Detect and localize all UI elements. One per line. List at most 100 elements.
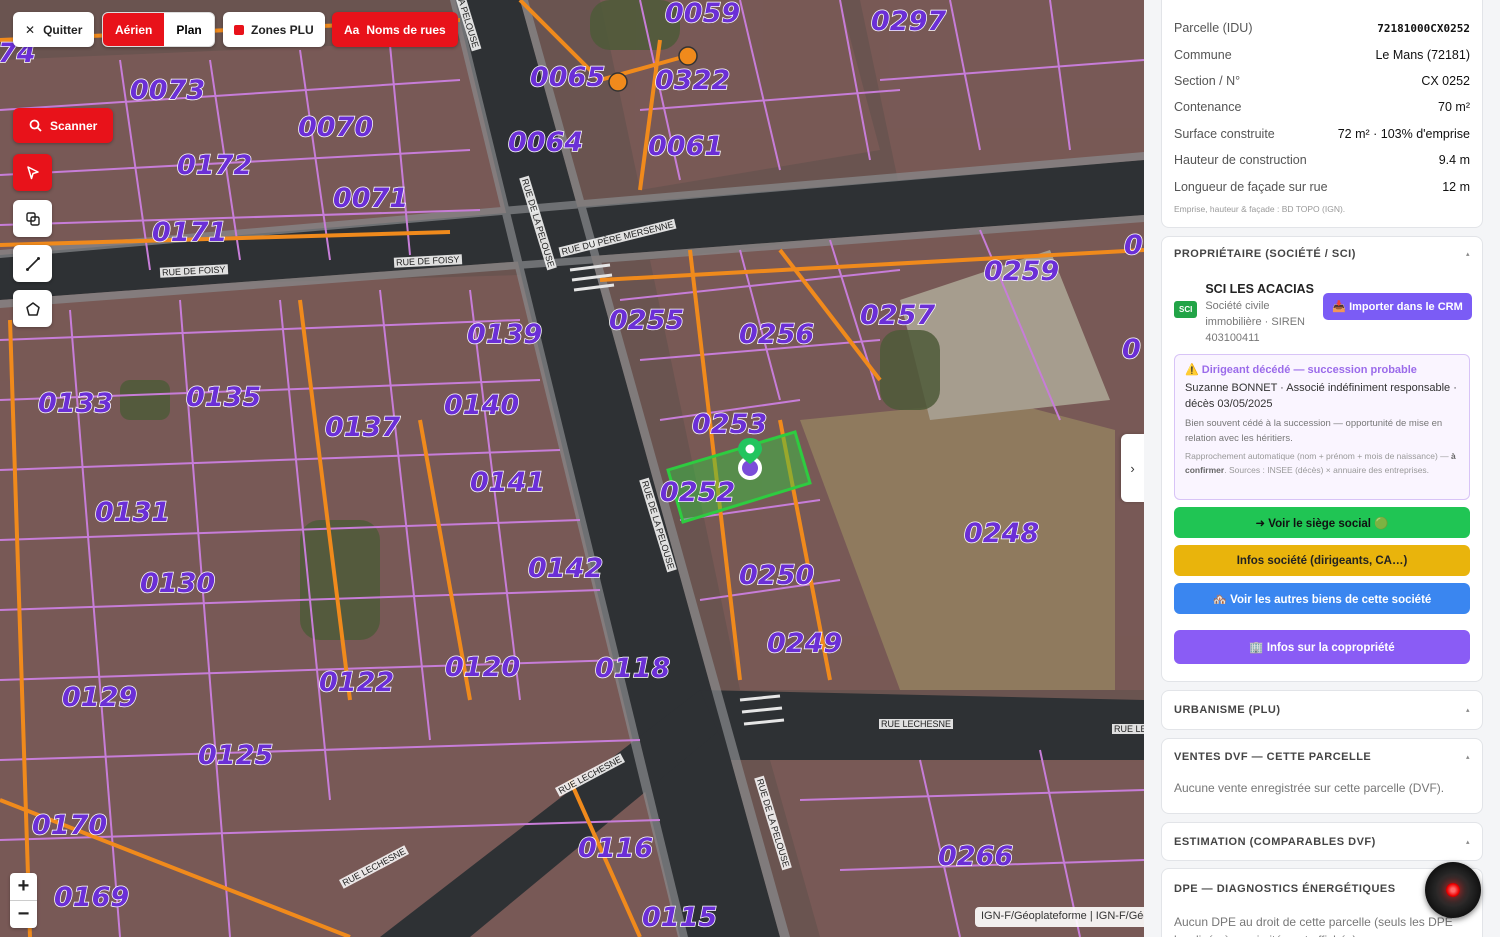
map-attribution: IGN-F/Géoplateforme | IGN-F/Géoplateform… [975, 907, 1144, 927]
polygon-tool-button[interactable] [13, 290, 52, 327]
info-value: 72181000CX0252 [1377, 21, 1470, 35]
info-value: 72 m² · 103% d'emprise [1337, 126, 1470, 141]
view-headquarters-button[interactable]: ➜ Voir le siège social 🟢 [1174, 507, 1470, 538]
plu-zones-label: Zones PLU [251, 22, 314, 37]
parcel-label[interactable]: 0129 [61, 681, 138, 714]
parcel-label[interactable]: 0064 [507, 126, 584, 159]
info-key: Hauteur de construction [1174, 153, 1307, 168]
parcel-label[interactable]: 0169 [53, 881, 130, 914]
parcel-label[interactable]: 0139 [466, 318, 543, 351]
parcel-label[interactable]: 0250 [738, 559, 815, 592]
record-assistant-button[interactable] [1425, 862, 1481, 918]
record-dot-icon [1446, 883, 1460, 897]
dvf-section-title: VENTES DVF — CETTE PARCELLE [1174, 751, 1372, 763]
info-key: Commune [1174, 47, 1232, 62]
quit-button[interactable]: ✕ Quitter [13, 12, 95, 47]
import-crm-button[interactable]: 📥 Importer dans le CRM [1323, 293, 1472, 320]
company-info-button[interactable]: Infos société (dirigeants, CA…) [1174, 545, 1470, 576]
layers-tool-button[interactable] [13, 200, 52, 237]
pentagon-icon [25, 301, 40, 316]
parcel-label[interactable]: 0137 [324, 411, 401, 444]
selected-parcel-marker-icon[interactable] [734, 438, 766, 484]
parcel-label[interactable]: 0248 [963, 517, 1040, 550]
collapse-panel-button[interactable]: › [1121, 434, 1144, 502]
parcel-label[interactable]: 0170 [31, 809, 108, 842]
alert-sources: Rapprochement automatique (nom + prénom … [1185, 450, 1459, 477]
zoom-out-button[interactable]: − [10, 900, 37, 927]
measure-line-tool-button[interactable] [13, 245, 52, 282]
parcel-label[interactable]: 0249 [766, 627, 843, 660]
parcel-label[interactable]: 0 [1121, 333, 1141, 366]
parcel-label[interactable]: 0116 [577, 832, 654, 865]
parcel-info-card: Parcelle (IDU) 72181000CX0252 Commune Le M… [1161, 0, 1483, 228]
parcel-label[interactable]: 0071 [332, 182, 409, 215]
map-view[interactable]: 74 0073 0070 0172 0071 0171 0065 0059 03… [0, 0, 1144, 937]
parcel-label[interactable]: 0118 [594, 652, 671, 685]
plu-section[interactable]: URBANISME (PLU) ▴ [1161, 690, 1483, 730]
info-value: 9.4 m [1438, 153, 1470, 168]
parcel-label[interactable]: 0133 [37, 387, 114, 420]
owner-section-header[interactable]: PROPRIÉTAIRE (SOCIÉTÉ / SCI) ▴ [1174, 248, 1470, 260]
parcel-label[interactable]: 0120 [444, 651, 521, 684]
info-row: Section / N° CX 0252 [1174, 68, 1470, 94]
aerial-option[interactable]: Aérien [103, 13, 165, 46]
chevron-right-icon: › [1130, 460, 1135, 476]
parcel-label[interactable]: 0252 [659, 476, 736, 509]
parcel-label[interactable]: 0255 [608, 304, 685, 337]
select-tool-button[interactable] [13, 154, 52, 191]
deceased-manager-alert: ⚠️ Dirigeant décédé — succession probabl… [1174, 354, 1470, 500]
street-names-toggle[interactable]: Aa Noms de rues [332, 12, 458, 47]
parcel-label[interactable]: 0115 [641, 901, 718, 934]
parcel-label[interactable]: 0130 [139, 567, 216, 600]
parcel-label[interactable]: 0140 [443, 389, 520, 422]
zoom-in-button[interactable]: + [10, 873, 37, 900]
parcel-label[interactable]: 0125 [197, 739, 274, 772]
owner-card: PROPRIÉTAIRE (SOCIÉTÉ / SCI) ▴ SCI SCI L… [1161, 236, 1483, 682]
parcel-label[interactable]: 0 [1123, 229, 1143, 262]
parcel-label[interactable]: 0059 [664, 0, 741, 30]
parcel-label[interactable]: 0257 [859, 299, 936, 332]
owner-section-title: PROPRIÉTAIRE (SOCIÉTÉ / SCI) [1174, 248, 1356, 260]
parcel-label[interactable]: 0259 [983, 255, 1060, 288]
estimation-section[interactable]: ESTIMATION (COMPARABLES DVF) ▴ [1161, 822, 1483, 861]
street-label: RUE LE [1112, 724, 1144, 734]
quit-label: Quitter [43, 22, 83, 37]
parcel-label[interactable]: 0172 [176, 149, 253, 182]
parcel-label[interactable]: 0142 [527, 552, 604, 585]
parcel-label[interactable]: 0131 [94, 496, 171, 529]
parcel-label[interactable]: 0061 [647, 130, 724, 163]
info-value: 70 m² [1438, 100, 1470, 115]
dvf-section-header[interactable]: VENTES DVF — CETTE PARCELLE ▴ [1174, 751, 1470, 763]
coownership-info-button[interactable]: 🏢 Infos sur la copropriété [1174, 630, 1470, 664]
owner-identity: SCI LES ACACIAS Société civile immobiliè… [1205, 282, 1315, 346]
scan-label: Scanner [50, 118, 98, 133]
parcel-label[interactable]: 0256 [738, 318, 815, 351]
info-key: Contenance [1174, 100, 1242, 115]
info-row: Surface construite 72 m² · 103% d'emprise [1174, 121, 1470, 147]
zoom-control: + − [10, 873, 37, 928]
parcel-label[interactable]: 0135 [185, 381, 262, 414]
other-properties-button[interactable]: 🏘️ Voir les autres biens de cette sociét… [1174, 583, 1470, 614]
parcel-label[interactable]: 0322 [654, 64, 731, 97]
plan-option[interactable]: Plan [164, 13, 213, 46]
alert-sources-a: Rapprochement automatique (nom + prénom … [1185, 451, 1451, 461]
info-row: Hauteur de construction 9.4 m [1174, 147, 1470, 173]
parcel-label[interactable]: 0141 [469, 466, 546, 499]
plu-section-title: URBANISME (PLU) [1174, 704, 1281, 716]
parcel-label[interactable]: 0171 [151, 216, 228, 249]
estimation-section-header: ESTIMATION (COMPARABLES DVF) ▴ [1174, 836, 1470, 848]
scan-button[interactable]: Scanner [13, 108, 114, 143]
chevron-icon: ▴ [1465, 754, 1470, 761]
parcel-label[interactable]: 0266 [937, 840, 1014, 873]
text-icon: Aa [344, 22, 360, 37]
plu-zones-toggle[interactable]: Zones PLU [223, 12, 325, 47]
parcel-label[interactable]: 0297 [870, 5, 947, 38]
parcel-label[interactable]: 0070 [297, 111, 374, 144]
parcel-label[interactable]: 0253 [691, 408, 768, 441]
info-key: Parcelle (IDU) [1174, 21, 1253, 36]
street-label: RUE LECHESNE [879, 719, 954, 729]
street-names-label: Noms de rues [366, 22, 446, 37]
parcel-label[interactable]: 0065 [529, 61, 606, 94]
parcel-label[interactable]: 0073 [129, 74, 206, 107]
parcel-label[interactable]: 0122 [318, 666, 395, 699]
